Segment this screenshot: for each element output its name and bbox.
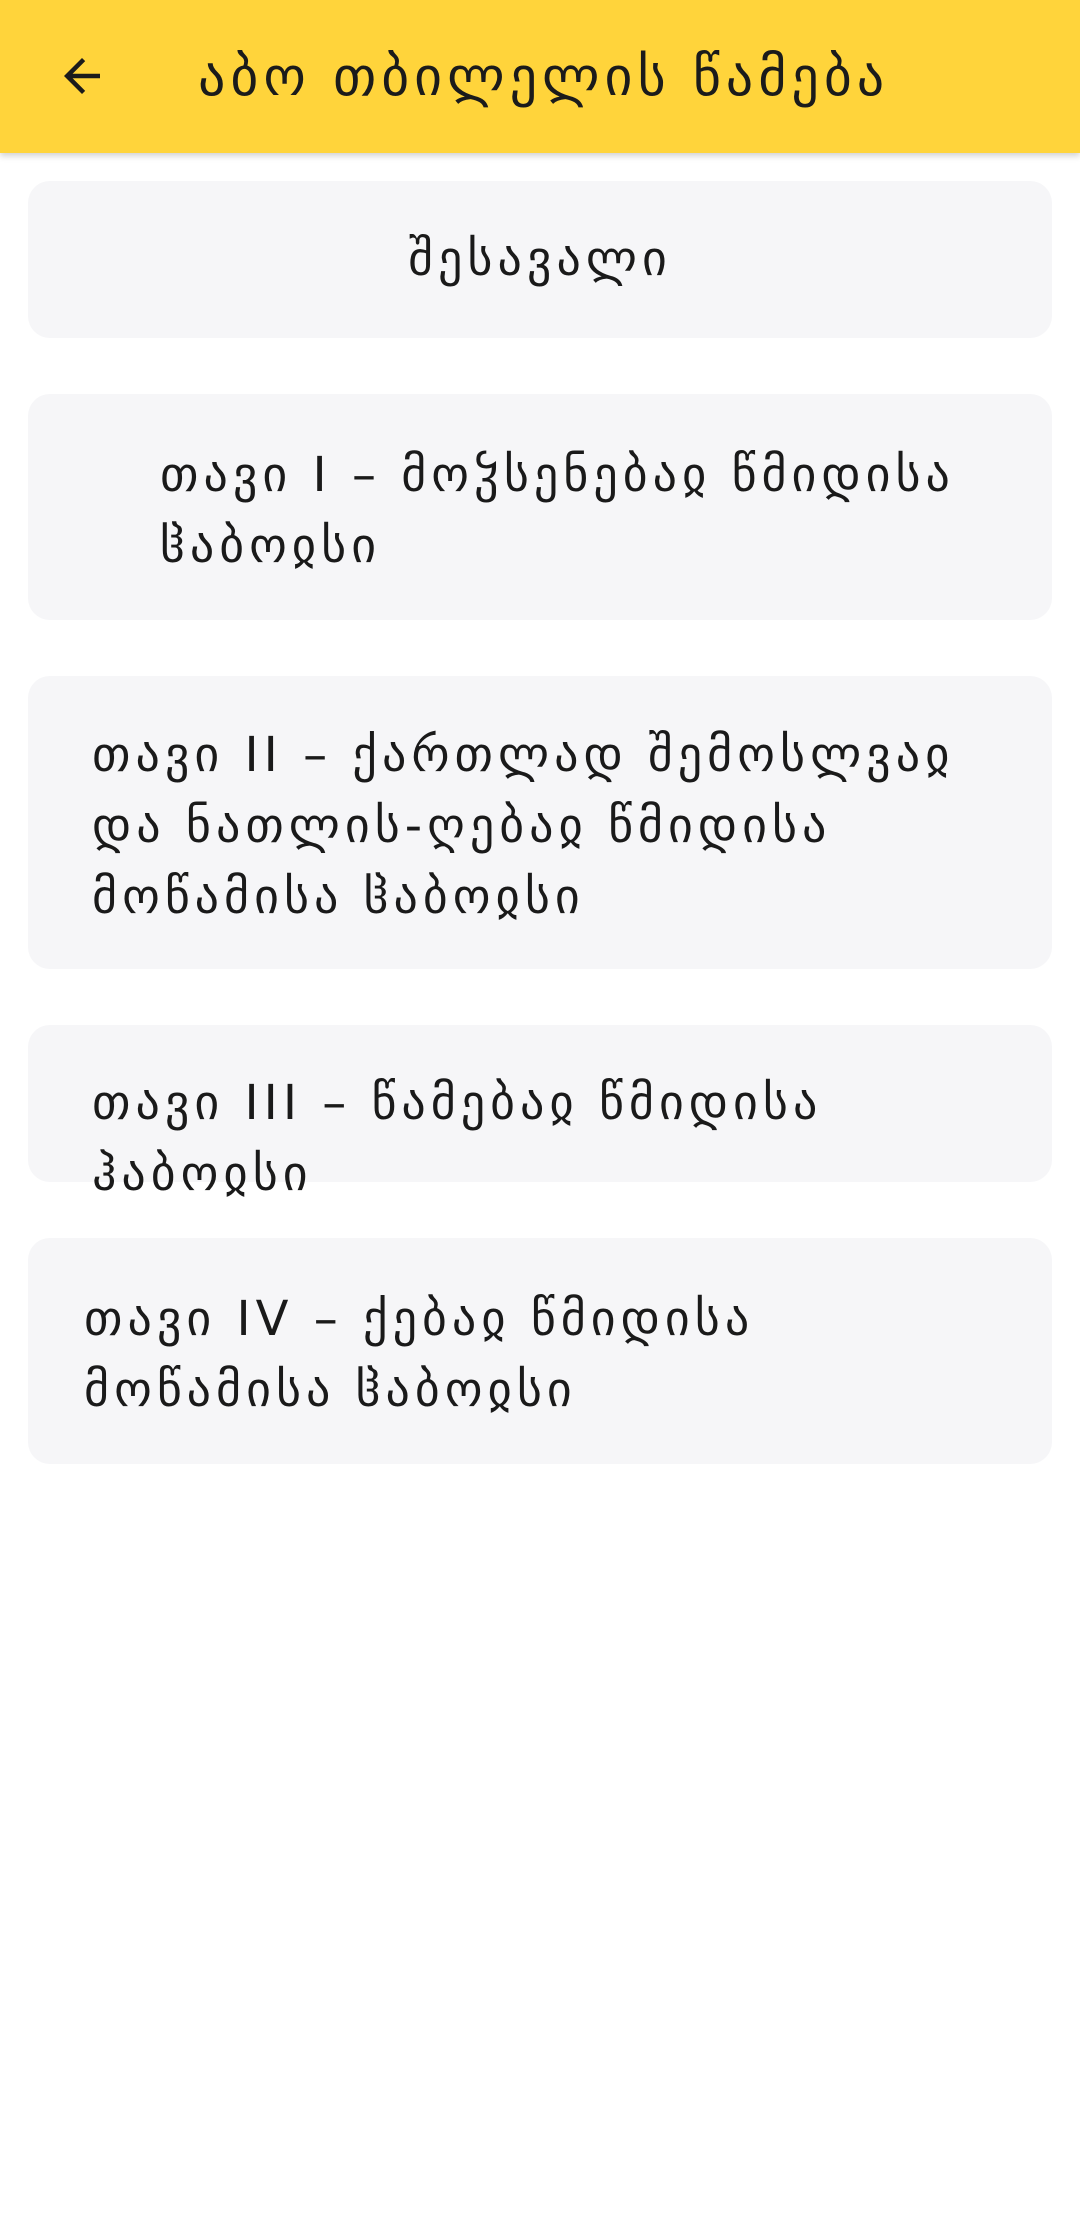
chapter-label: შესავალი <box>408 231 672 287</box>
chapter-item-2[interactable]: თავი II – ქართლად შემოსლვაჲ და ნათლის-ღე… <box>28 676 1052 969</box>
chapter-label: თავი II – ქართლად შემოსლვაჲ და ნათლის-ღე… <box>92 727 955 925</box>
chapter-item-4[interactable]: თავი IV – ქებაჲ წმიდისა მოწამისა ჱაბოჲსი <box>28 1238 1052 1464</box>
chapter-item-3[interactable]: თავი III – წამებაჲ წმიდისა ჰაბოჲსი <box>28 1025 1052 1202</box>
chapter-label: თავი III – წამებაჲ წმიდისა ჰაბოჲსი <box>92 1075 823 1202</box>
chapter-item-introduction[interactable]: შესავალი <box>28 181 1052 338</box>
app-bar: აბო თბილელის წამება <box>0 0 1080 153</box>
chapter-label: თავი I – მოჴსენებაჲ წმიდისა ჱაბოჲსი <box>160 447 955 574</box>
chapter-list: შესავალი თავი I – მოჴსენებაჲ წმიდისა ჱაბ… <box>28 181 1052 1520</box>
page-title: აბო თბილელის წამება <box>198 45 890 108</box>
chapter-item-1[interactable]: თავი I – მოჴსენებაჲ წმიდისა ჱაბოჲსი <box>28 394 1052 620</box>
chapter-label: თავი IV – ქებაჲ წმიდისა მოწამისა ჱაბოჲსი <box>84 1291 755 1418</box>
back-button[interactable] <box>42 36 122 116</box>
arrow-left-icon <box>64 58 100 94</box>
